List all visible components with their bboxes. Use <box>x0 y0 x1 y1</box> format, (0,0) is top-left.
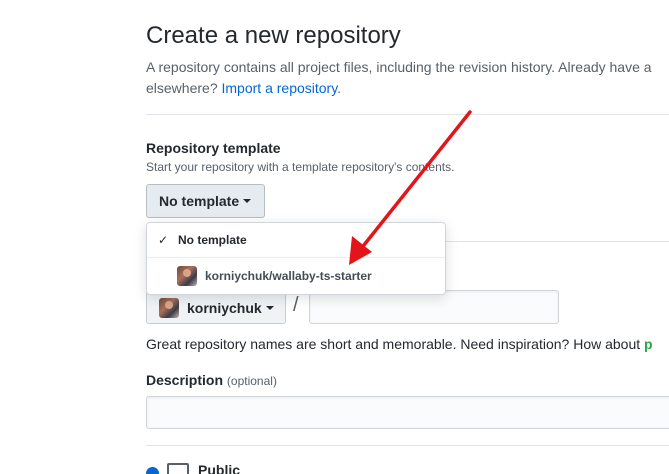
menu-item-label: korniychuk/wallaby-ts-starter <box>205 268 372 283</box>
repository-name-input[interactable] <box>309 290 559 324</box>
avatar <box>159 297 179 318</box>
template-dropdown-label: No template <box>159 193 240 209</box>
avatar <box>177 265 197 286</box>
intro-text-suffix: . <box>337 80 342 96</box>
repository-name-help: Great repository names are short and mem… <box>146 336 653 352</box>
owner-dropdown-button[interactable]: korniychuk <box>146 291 286 324</box>
page-intro: A repository contains all project files,… <box>146 57 669 99</box>
menu-item-no-template[interactable]: ✓ No template <box>147 223 445 258</box>
description-label: Description (optional) <box>146 372 277 388</box>
optional-note: (optional) <box>226 374 277 388</box>
import-repository-link[interactable]: Import a repository <box>222 80 338 96</box>
owner-label: korniychuk <box>187 299 262 316</box>
template-label: Repository template <box>146 140 281 156</box>
owner-repo-separator: / <box>293 294 299 316</box>
name-suggestion-link[interactable]: p <box>644 336 653 352</box>
caret-down-icon <box>243 199 252 203</box>
description-label-text: Description <box>146 372 224 388</box>
help-text: Great repository names are short and mem… <box>146 336 645 352</box>
template-dropdown-button[interactable]: No template <box>146 184 265 218</box>
public-label: Public <box>198 462 241 474</box>
intro-text: A repository contains all project files,… <box>146 59 652 75</box>
description-input[interactable] <box>146 396 669 429</box>
menu-item-label: No template <box>178 233 247 247</box>
public-radio[interactable] <box>146 467 159 474</box>
intro-text-prefix: elsewhere? <box>146 80 218 96</box>
template-note: Start your repository with a template re… <box>146 160 455 174</box>
divider <box>146 114 669 115</box>
menu-item-wallaby-ts-starter[interactable]: korniychuk/wallaby-ts-starter <box>147 258 445 293</box>
check-icon: ✓ <box>158 233 169 247</box>
divider <box>146 445 669 446</box>
repo-icon <box>167 463 189 474</box>
caret-down-icon <box>265 305 274 310</box>
page-title: Create a new repository <box>146 22 401 49</box>
template-dropdown-menu: ✓ No template korniychuk/wallaby-ts-star… <box>146 222 446 295</box>
divider <box>445 241 669 242</box>
